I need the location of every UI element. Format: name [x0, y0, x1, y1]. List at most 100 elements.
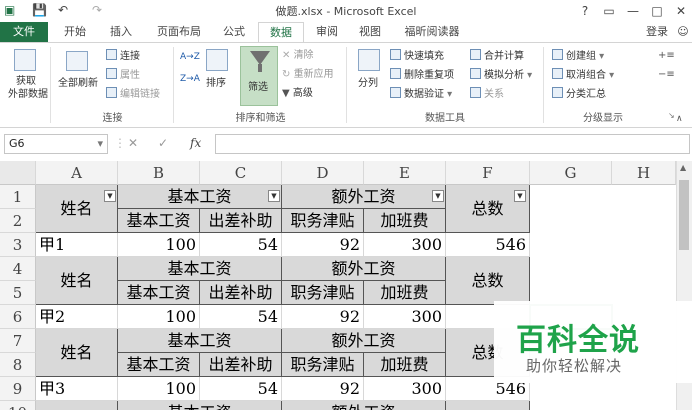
- column-header-e[interactable]: E: [364, 161, 446, 185]
- get-external-data-button[interactable]: 获取 外部数据: [8, 75, 48, 101]
- ribbon-display-button[interactable]: ▭: [598, 0, 620, 22]
- filter-button[interactable]: 筛选: [240, 46, 278, 106]
- header-overtime-cell[interactable]: 加班费: [364, 281, 446, 305]
- record-base-cell[interactable]: 100: [118, 305, 200, 329]
- header-name-cell[interactable]: 姓名: [36, 329, 118, 377]
- row-header-1[interactable]: 1: [0, 185, 36, 209]
- record-name-cell[interactable]: 甲1: [36, 233, 118, 257]
- header-total-cell-partial[interactable]: [446, 401, 530, 410]
- tab-data[interactable]: 数据: [258, 22, 304, 43]
- header-extra-group-cell[interactable]: 额外工资: [282, 257, 446, 281]
- minimize-button[interactable]: —: [622, 0, 644, 22]
- header-base-pay-cell[interactable]: 基本工资: [118, 281, 200, 305]
- clear-button[interactable]: ✕ 清除: [282, 49, 314, 62]
- row-header-6[interactable]: 6: [0, 305, 36, 329]
- record-name-cell[interactable]: 甲2: [36, 305, 118, 329]
- header-base-pay-cell[interactable]: 基本工资: [118, 209, 200, 233]
- record-travel-cell[interactable]: 54: [200, 377, 282, 401]
- insert-function-icon[interactable]: fx: [190, 136, 201, 150]
- formula-input[interactable]: [215, 134, 690, 154]
- column-header-c[interactable]: C: [200, 161, 282, 185]
- maximize-button[interactable]: □: [646, 0, 668, 22]
- show-detail-icon[interactable]: +≡: [658, 49, 675, 62]
- remove-duplicates-button[interactable]: 删除重复项: [390, 68, 454, 82]
- header-base-group-cell[interactable]: 基本工资: [118, 257, 282, 281]
- ungroup-button[interactable]: 取消组合 ▾: [552, 68, 614, 82]
- record-name-cell[interactable]: 甲3: [36, 377, 118, 401]
- column-header-f[interactable]: F: [446, 161, 530, 185]
- sign-in-link[interactable]: 登录: [640, 22, 674, 42]
- record-post-cell[interactable]: 92: [282, 305, 364, 329]
- record-base-cell[interactable]: 100: [118, 377, 200, 401]
- collapse-ribbon-icon[interactable]: ∧: [676, 113, 683, 126]
- dialog-launcher-icon[interactable]: ↘: [668, 109, 675, 122]
- column-header-h[interactable]: H: [612, 161, 676, 185]
- header-travel-cell[interactable]: 出差补助: [200, 281, 282, 305]
- record-travel-cell[interactable]: 54: [200, 233, 282, 257]
- tab-home[interactable]: 开始: [55, 22, 95, 42]
- header-base-group-cell[interactable]: 基本工资: [118, 401, 282, 410]
- row-header-3[interactable]: 3: [0, 233, 36, 257]
- row-header-7[interactable]: 7: [0, 329, 36, 353]
- header-travel-cell[interactable]: 出差补助: [200, 209, 282, 233]
- tab-formulas[interactable]: 公式: [216, 22, 252, 42]
- what-if-button[interactable]: 模拟分析 ▾: [470, 68, 532, 82]
- header-travel-cell[interactable]: 出差补助: [200, 353, 282, 377]
- hide-detail-icon[interactable]: −≡: [658, 68, 675, 81]
- filter-dropdown-icon[interactable]: ▼: [104, 190, 116, 202]
- header-post-cell[interactable]: 职务津贴: [282, 281, 364, 305]
- record-post-cell[interactable]: 92: [282, 233, 364, 257]
- help-button[interactable]: ?: [574, 0, 596, 22]
- advanced-button[interactable]: ▼ 高级: [282, 87, 313, 100]
- filter-dropdown-icon[interactable]: ▼: [268, 190, 280, 202]
- header-name-cell[interactable]: 姓名: [36, 257, 118, 305]
- scroll-up-icon[interactable]: ▲: [680, 163, 686, 172]
- header-base-group-cell[interactable]: 基本工资: [118, 329, 282, 353]
- row-header-4[interactable]: 4: [0, 257, 36, 281]
- subtotal-button[interactable]: 分类汇总: [552, 87, 606, 101]
- vertical-scrollbar-thumb[interactable]: [679, 180, 689, 250]
- record-post-cell[interactable]: 92: [282, 377, 364, 401]
- row-header-10[interactable]: 10: [0, 401, 36, 410]
- tab-file[interactable]: 文件: [0, 22, 48, 42]
- tab-foxit-reader[interactable]: 福昕阅读器: [396, 22, 468, 42]
- enter-icon[interactable]: ✓: [158, 136, 168, 150]
- row-header-9[interactable]: 9: [0, 377, 36, 401]
- header-extra-group-cell[interactable]: 额外工资: [282, 401, 446, 410]
- data-validation-button[interactable]: 数据验证 ▾: [390, 87, 452, 101]
- header-extra-group-cell[interactable]: 额外工资: [282, 329, 446, 353]
- row-header-5[interactable]: 5: [0, 281, 36, 305]
- header-total-cell[interactable]: 总数: [446, 257, 530, 305]
- name-box[interactable]: G6 ▾: [4, 134, 108, 154]
- cancel-icon[interactable]: ✕: [128, 136, 138, 150]
- record-overtime-cell[interactable]: 300: [364, 233, 446, 257]
- header-post-cell[interactable]: 职务津贴: [282, 209, 364, 233]
- column-header-g[interactable]: G: [530, 161, 612, 185]
- tab-page-layout[interactable]: 页面布局: [148, 22, 210, 42]
- record-base-cell[interactable]: 100: [118, 233, 200, 257]
- tab-insert[interactable]: 插入: [101, 22, 141, 42]
- row-header-8[interactable]: 8: [0, 353, 36, 377]
- column-header-d[interactable]: D: [282, 161, 364, 185]
- flash-fill-button[interactable]: 快速填充: [390, 49, 444, 63]
- tab-view[interactable]: 视图: [352, 22, 388, 42]
- connections-button[interactable]: 连接: [106, 49, 140, 63]
- record-travel-cell[interactable]: 54: [200, 305, 282, 329]
- sort-descending-button[interactable]: Z→A: [180, 73, 200, 86]
- group-button[interactable]: 创建组 ▾: [552, 49, 604, 63]
- filter-dropdown-icon[interactable]: ▼: [514, 190, 526, 202]
- refresh-all-button[interactable]: 全部刷新: [58, 77, 98, 90]
- header-base-pay-cell[interactable]: 基本工资: [118, 353, 200, 377]
- text-to-columns-button[interactable]: 分列: [358, 77, 378, 90]
- tab-review[interactable]: 审阅: [310, 22, 344, 42]
- properties-button[interactable]: 属性: [106, 68, 140, 82]
- record-overtime-cell[interactable]: 300: [364, 377, 446, 401]
- sort-button[interactable]: 排序: [206, 77, 226, 90]
- column-header-a[interactable]: A: [36, 161, 118, 185]
- header-name-cell-partial[interactable]: [36, 401, 118, 410]
- column-header-b[interactable]: B: [118, 161, 200, 185]
- select-all-corner[interactable]: [0, 161, 36, 185]
- sort-ascending-button[interactable]: A→Z: [180, 51, 200, 64]
- close-button[interactable]: ✕: [670, 0, 692, 22]
- relationships-button[interactable]: 关系: [470, 87, 504, 101]
